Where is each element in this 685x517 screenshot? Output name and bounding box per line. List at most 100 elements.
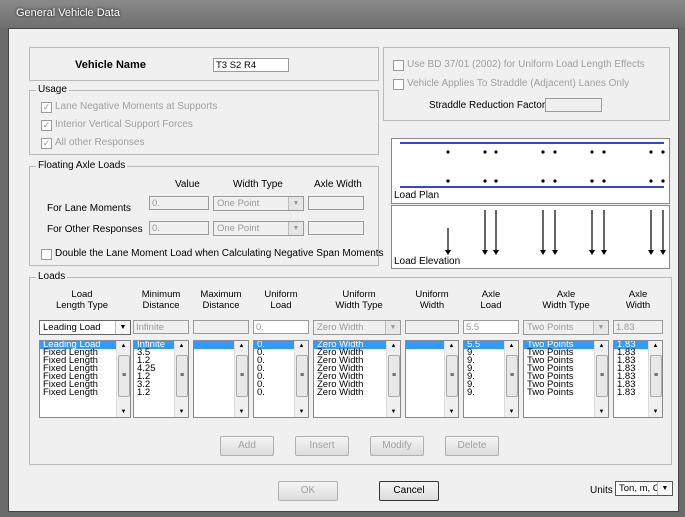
floating-row2-value-input[interactable]: 0. [149,221,209,235]
scroll-down-icon[interactable]: ▼ [117,407,130,417]
floating-row1-width-type-select[interactable]: One Point ▼ [213,196,304,211]
scroll-thumb[interactable]: ≡ [506,355,518,397]
scroll-down-icon[interactable]: ▼ [295,407,308,417]
list-min-distance[interactable]: Infinite 3.5 1.2 4.25 1.2 3.2 1.2 ▲ ≡ ▼ [133,340,189,418]
scroll-thumb[interactable]: ≡ [596,355,608,397]
scroll-up-icon[interactable]: ▲ [295,341,308,351]
scroll-thumb[interactable]: ≡ [118,355,130,397]
list-load-type[interactable]: Leading Load Fixed Length Fixed Length Fixe… [39,340,131,418]
scroll-thumb[interactable]: ≡ [650,355,662,397]
scroll-up-icon[interactable]: ▲ [445,341,458,351]
list-uniform-load[interactable]: 0. 0. 0. 0. 0. 0. 0. ▲ ≡ ▼ [253,340,309,418]
list-item[interactable] [406,365,444,373]
scroll-down-icon[interactable]: ▼ [595,407,608,417]
modify-button[interactable]: Modify [370,436,424,456]
straddle-lanes-checkbox[interactable] [393,79,404,90]
list-item[interactable]: Two Points [524,388,594,398]
floating-row1-value-input[interactable]: 0. [149,196,209,210]
list-axle-width-type[interactable]: Two Points Two Points Two Points Two Points… [523,340,609,418]
list-scrollbar[interactable]: ▲ ≡ ▼ [594,341,608,417]
scroll-up-icon[interactable]: ▲ [505,341,518,351]
list-item[interactable] [194,365,234,373]
scroll-up-icon[interactable]: ▲ [117,341,130,351]
scroll-thumb[interactable]: ≡ [388,355,400,397]
scroll-thumb[interactable]: ≡ [176,355,188,397]
ok-button[interactable]: OK [278,481,338,501]
list-item[interactable] [194,349,234,357]
list-scrollbar[interactable]: ▲ ≡ ▼ [444,341,458,417]
add-button[interactable]: Add [220,436,274,456]
list-axle-load[interactable]: 5.5 9. 9. 9. 9. 9. 9. ▲ ≡ ▼ [463,340,519,418]
list-scrollbar[interactable]: ▲ ≡ ▼ [116,341,130,417]
list-scrollbar[interactable]: ▲ ≡ ▼ [174,341,188,417]
list-scrollbar[interactable]: ▲ ≡ ▼ [386,341,400,417]
edit-axle-width-type-select[interactable]: Two Points ▼ [523,320,609,335]
list-scrollbar[interactable]: ▲ ≡ ▼ [504,341,518,417]
list-item[interactable] [194,389,234,397]
list-item[interactable] [406,357,444,365]
vehicle-name-input[interactable]: T3 S2 R4 [213,58,289,72]
straddle-factor-input[interactable] [545,98,602,112]
list-item[interactable] [194,357,234,365]
list-uniform-width-type[interactable]: Zero Width Zero Width Zero Width Zero Width… [313,340,401,418]
list-item[interactable] [194,373,234,381]
scroll-up-icon[interactable]: ▲ [175,341,188,351]
double-lane-moment-checkbox[interactable] [41,249,52,260]
scroll-up-icon[interactable]: ▲ [235,341,248,351]
list-item[interactable] [406,349,444,357]
cancel-button[interactable]: Cancel [379,481,439,501]
scroll-up-icon[interactable]: ▲ [649,341,662,351]
header-axle-load: Axle Load [480,289,502,311]
list-item[interactable] [406,373,444,381]
list-max-distance[interactable]: ▲ ≡ ▼ [193,340,249,418]
list-item[interactable]: Zero Width [314,388,386,398]
scroll-down-icon[interactable]: ▼ [649,407,662,417]
usage-interior-vertical-checkbox[interactable]: ✓ [41,120,52,131]
title-bar[interactable]: General Vehicle Data [0,0,685,28]
list-uniform-width[interactable]: ▲ ≡ ▼ [405,340,459,418]
edit-load-type-select[interactable]: Leading Load ▼ [39,320,131,335]
scroll-thumb[interactable]: ≡ [296,355,308,397]
scroll-up-icon[interactable]: ▲ [387,341,400,351]
floating-row2-width-type-select[interactable]: One Point ▼ [213,221,304,236]
list-item[interactable] [194,381,234,389]
list-item[interactable]: 1.83 [614,388,648,398]
list-item[interactable]: 9. [464,388,504,398]
edit-min-distance-input[interactable]: Infinite [133,320,189,334]
floating-col-axle-width: Axle Width [314,179,362,190]
usage-lane-negative-checkbox[interactable]: ✓ [41,102,52,113]
scroll-thumb[interactable]: ≡ [446,355,458,397]
floating-row2-axle-width-input[interactable] [308,221,364,235]
scroll-thumb[interactable]: ≡ [236,355,248,397]
edit-uniform-width-type-select[interactable]: Zero Width ▼ [313,320,401,335]
list-axle-width[interactable]: 1.83 1.83 1.83 1.83 1.83 1.83 1.83 ▲ ≡ ▼ [613,340,663,418]
scroll-down-icon[interactable]: ▼ [505,407,518,417]
edit-axle-load-input[interactable]: 5.5 [463,320,519,334]
list-item[interactable] [406,389,444,397]
scroll-down-icon[interactable]: ▼ [387,407,400,417]
scroll-down-icon[interactable]: ▼ [175,407,188,417]
bd-3701-checkbox[interactable] [393,60,404,71]
scroll-down-icon[interactable]: ▼ [445,407,458,417]
list-item[interactable]: 0. [254,388,294,398]
list-item[interactable] [406,341,444,349]
edit-max-distance-input[interactable] [193,320,249,334]
floating-row1-axle-width-input[interactable] [308,196,364,210]
units-select[interactable]: Ton, m, C ▼ [615,481,673,496]
insert-button[interactable]: Insert [295,436,349,456]
list-item[interactable]: 1.2 [134,388,174,398]
scroll-down-icon[interactable]: ▼ [235,407,248,417]
edit-axle-width-input[interactable]: 1.83 [613,320,663,334]
edit-uniform-load-input[interactable]: 0. [253,320,309,334]
load-plan-label: Load Plan [394,190,440,201]
scroll-up-icon[interactable]: ▲ [595,341,608,351]
list-item[interactable] [194,341,234,349]
list-item[interactable]: Fixed Length [40,388,116,398]
delete-button[interactable]: Delete [445,436,499,456]
list-scrollbar[interactable]: ▲ ≡ ▼ [648,341,662,417]
usage-all-other-checkbox[interactable]: ✓ [41,138,52,149]
list-scrollbar[interactable]: ▲ ≡ ▼ [234,341,248,417]
list-scrollbar[interactable]: ▲ ≡ ▼ [294,341,308,417]
edit-uniform-width-input[interactable] [405,320,459,334]
list-item[interactable] [406,381,444,389]
